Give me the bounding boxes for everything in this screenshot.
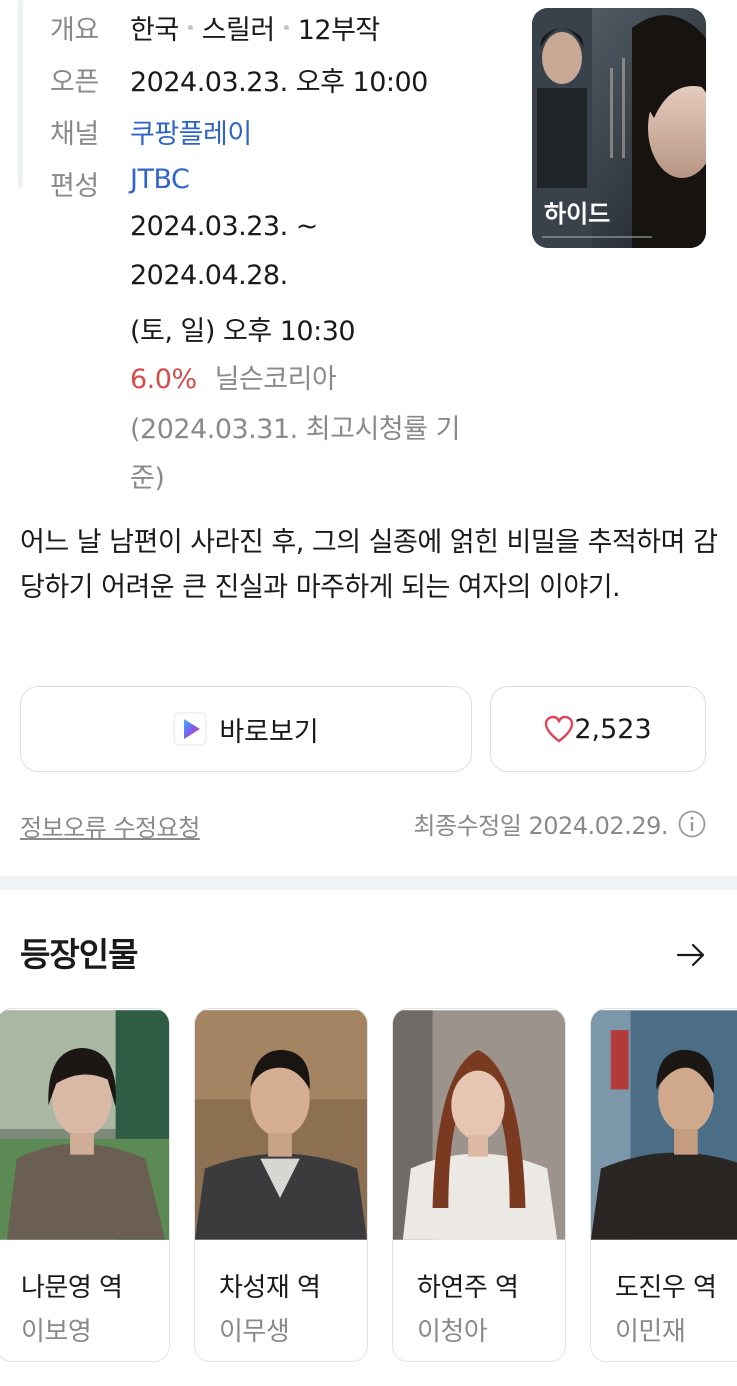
- section-divider: [0, 876, 737, 890]
- channel-label: 채널: [50, 119, 99, 150]
- character-role: 하연주 역: [417, 1273, 519, 1303]
- network-link[interactable]: JTBC: [130, 164, 190, 195]
- last-modified-text: 최종수정일 2024.02.29.: [413, 812, 668, 840]
- actor-name: 이무생: [219, 1317, 290, 1347]
- channel-link[interactable]: 쿠팡플레이: [130, 112, 252, 151]
- character-photo: [393, 1010, 565, 1240]
- arrow-right-icon[interactable]: [676, 940, 706, 970]
- character-role: 도진우 역: [615, 1273, 717, 1303]
- schedule-label: 편성: [50, 171, 99, 202]
- separator-dot: [283, 25, 289, 30]
- play-icon: [173, 712, 207, 746]
- watch-now-button[interactable]: 바로보기: [20, 686, 472, 772]
- overview-genre: 스릴러: [201, 15, 276, 46]
- synopsis: 어느 날 남편이 사라진 후, 그의 실종에 얽힌 비밀을 추적하며 감당하기 …: [20, 527, 718, 603]
- separator-dot: [187, 25, 193, 30]
- schedule-start: 2024.03.23. ~: [130, 211, 318, 242]
- schedule-end: 2024.04.28.: [130, 260, 288, 291]
- rating-note: (2024.03.31. 최고시청률 기: [130, 414, 460, 445]
- character-card[interactable]: 도진우 역 이민재: [590, 1008, 737, 1362]
- report-error-link[interactable]: 정보오류 수정요청: [20, 808, 200, 843]
- character-photo: [195, 1010, 367, 1240]
- overview-country: 한국: [130, 15, 179, 46]
- overview-label: 개요: [50, 15, 99, 46]
- character-card[interactable]: 하연주 역 이청아: [392, 1008, 566, 1362]
- character-role: 차성재 역: [219, 1273, 321, 1303]
- open-label: 오픈: [50, 67, 99, 98]
- character-card[interactable]: 나문영 역 이보영: [0, 1008, 170, 1362]
- poster-title: 하이드: [544, 200, 610, 228]
- rating-source: 닐슨코리아: [214, 364, 337, 395]
- overview-episodes: 12부작: [297, 15, 381, 46]
- actor-name: 이청아: [417, 1317, 488, 1347]
- characters-title: 등장인물: [20, 935, 138, 974]
- rating-row: 6.0% 닐슨코리아: [130, 357, 337, 396]
- character-card[interactable]: 차성재 역 이무생: [194, 1008, 368, 1362]
- poster-art: 하이드: [532, 8, 706, 248]
- info-icon[interactable]: [678, 810, 706, 838]
- rating-value: 6.0%: [130, 364, 197, 395]
- last-modified: 최종수정일 2024.02.29.: [413, 806, 706, 841]
- actor-name: 이보영: [21, 1317, 92, 1347]
- like-button[interactable]: 2,523: [490, 686, 706, 772]
- info-section-bar: [18, 0, 23, 188]
- open-value: 2024.03.23. 오후 10:00: [130, 67, 428, 98]
- overview-value: 한국 스릴러 12부작: [130, 8, 380, 47]
- rating-note-cont: 준): [130, 463, 165, 494]
- heart-icon: [545, 715, 574, 743]
- actor-name: 이민재: [615, 1317, 686, 1347]
- poster-image[interactable]: 하이드: [532, 8, 706, 248]
- like-count: 2,523: [574, 713, 652, 745]
- schedule-time: (토, 일) 오후 10:30: [130, 316, 356, 347]
- character-photo: [0, 1010, 169, 1240]
- character-photo: [591, 1010, 737, 1240]
- watch-now-label: 바로보기: [219, 716, 319, 748]
- character-role: 나문영 역: [21, 1273, 123, 1303]
